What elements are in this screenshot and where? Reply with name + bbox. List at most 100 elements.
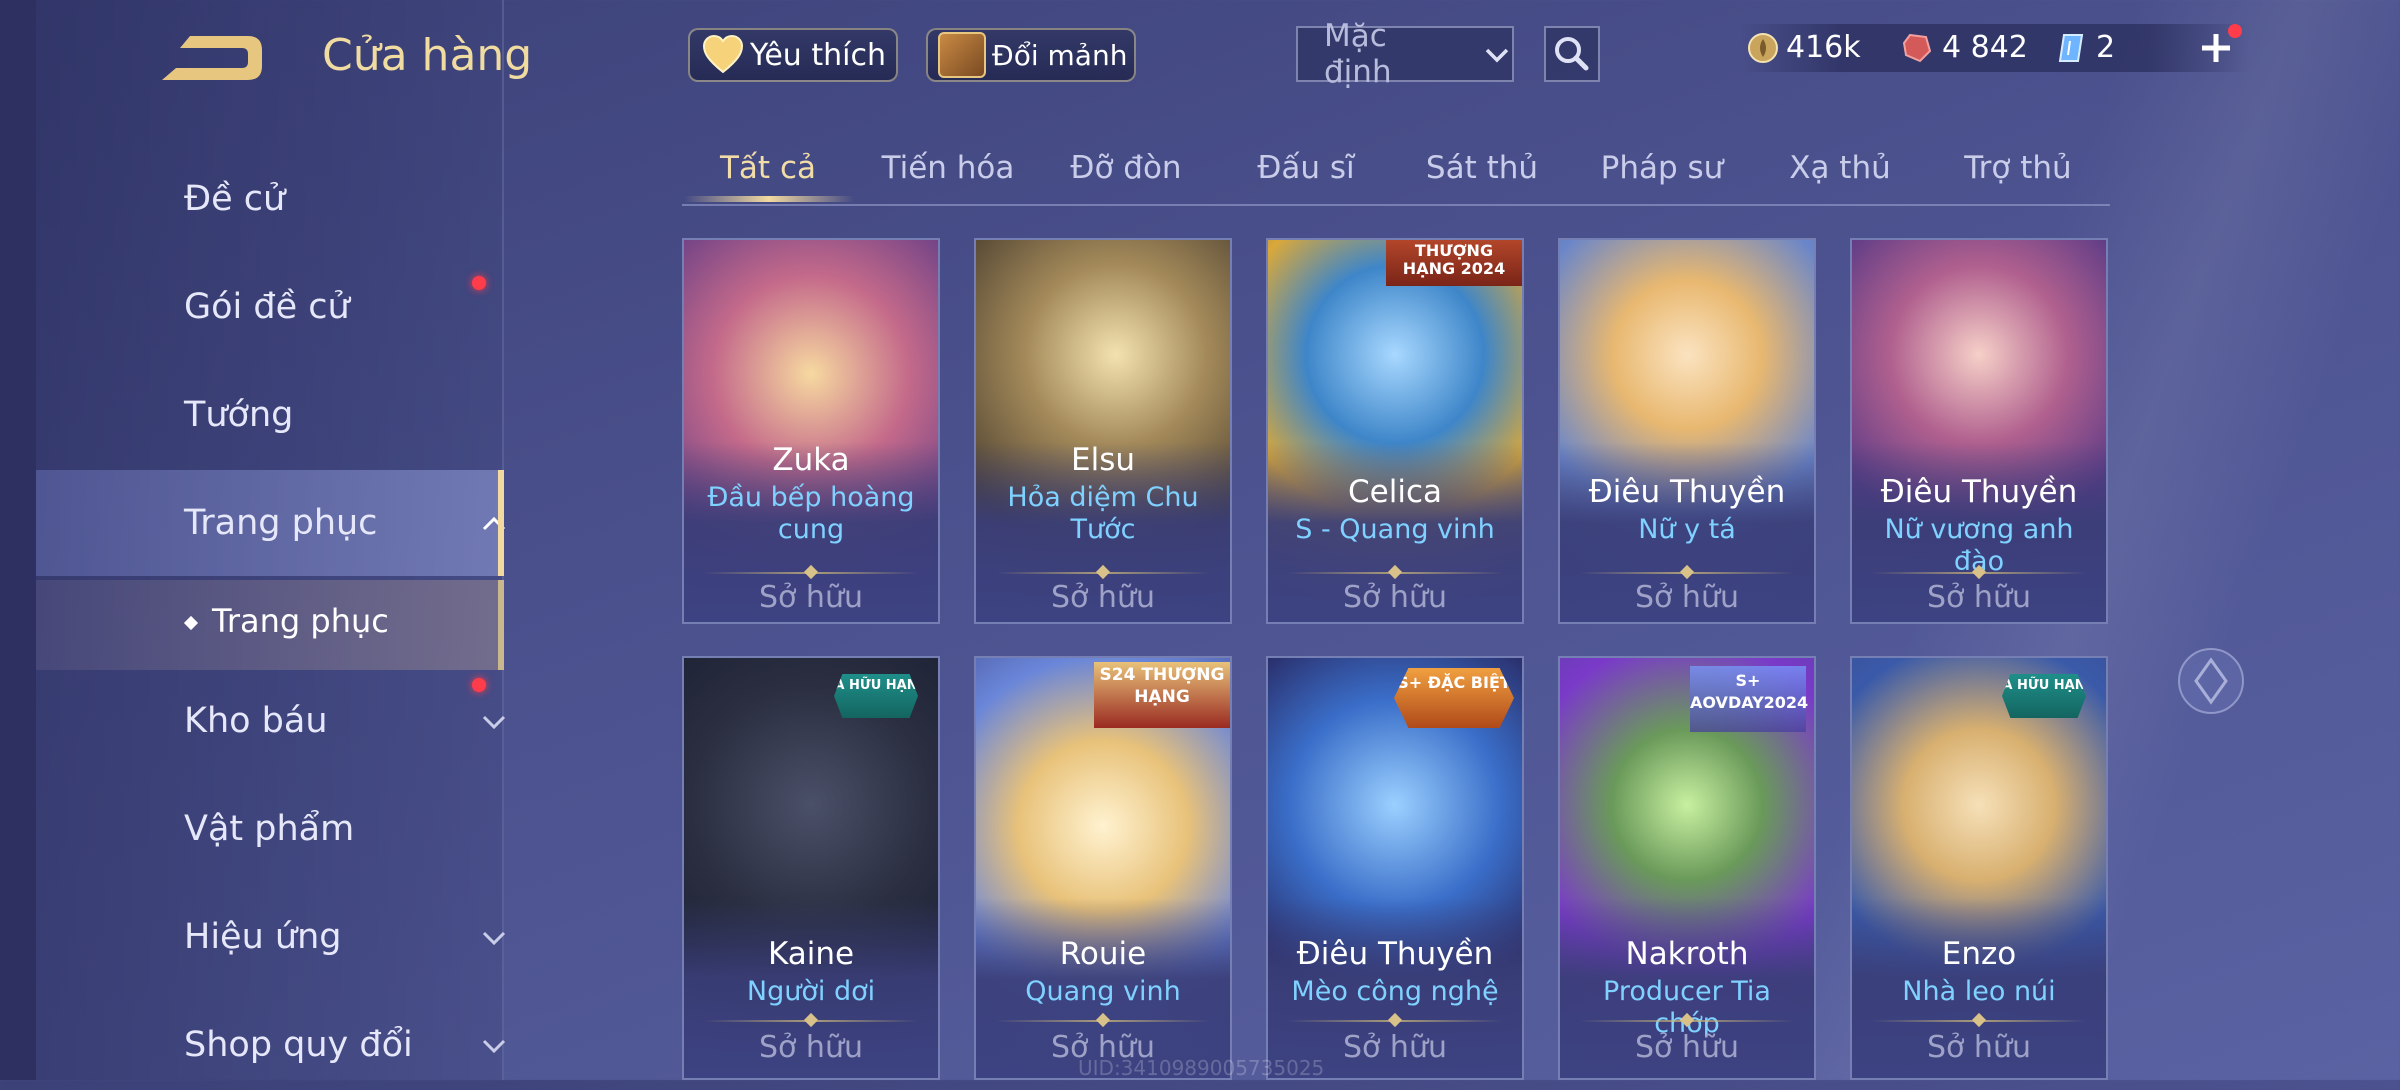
diamond-icon [2178,648,2244,714]
sidebar-item-skins[interactable]: Trang phục [36,470,506,576]
sidebar-item-label: Shop quy đổi [184,1025,413,1065]
owned-status: Sở hữu [1343,580,1447,615]
tier-badge: S24 THƯỢNG HẠNG [1094,662,1230,728]
owned-status: Sở hữu [1927,1030,2031,1065]
sidebar-item-effects[interactable]: Hiệu ứng [36,892,506,982]
skin-name: Nữ y tá [1638,514,1736,545]
sidebar-item-label: Kho báu [184,701,328,741]
sidebar-item-label: Đề cử [184,179,286,219]
exchange-label: Đổi mảnh [992,38,1128,72]
chevron-down-icon [482,931,506,946]
floating-assistant-button[interactable] [2176,646,2246,716]
chevron-up-icon [482,516,506,531]
back-button[interactable] [150,28,270,88]
skin-card[interactable]: Zuka Đầu bếp hoàng cung Sở hữu [682,238,940,624]
owned-status: Sở hữu [1635,1030,1739,1065]
tab-support[interactable]: Trợ thủ [1928,150,2108,186]
hero-name: Celica [1348,474,1442,510]
search-button[interactable] [1544,26,1600,82]
back-arrow-icon [162,36,262,80]
voucher-currency: 2 [2054,30,2115,65]
sort-dropdown[interactable]: Mặc định [1296,18,1514,90]
gold-currency: 416k [1746,30,1861,65]
voucher-amount: 2 [2096,30,2116,65]
skin-name: Người dơi [746,976,876,1007]
skin-card[interactable]: A HỮU HẠN Enzo Nhà leo núi Sở hữu [1850,656,2108,1080]
hero-name: Nakroth [1625,936,1749,972]
sidebar-subitem-skins[interactable]: Trang phục [36,580,504,670]
search-icon [1555,37,1589,71]
tab-fighter[interactable]: Đấu sĩ [1216,150,1396,186]
skin-name: S - Quang vinh [1295,514,1495,545]
sidebar-item-label: Vật phẩm [184,809,355,849]
shard-icon [938,32,986,78]
tab-mage[interactable]: Pháp sư [1572,150,1752,186]
tier-badge: S+ AOVDAY2024 [1690,666,1808,732]
skin-card[interactable]: A HỮU HẠN Kaine Người dơi Sở hữu [682,656,940,1080]
sidebar-item-heroes[interactable]: Tướng [36,370,502,460]
chevron-down-icon [1485,48,1509,63]
skin-name: Đầu bếp hoàng cung [707,482,915,545]
tier-badge: A HỮU HẠN [834,674,918,718]
skin-card[interactable]: Elsu Hỏa diệm Chu Tước Sở hữu [974,238,1232,624]
notification-dot [472,678,486,692]
hero-name: Zuka [772,442,850,478]
owned-status: Sở hữu [1927,580,2031,615]
owned-status: Sở hữu [1051,580,1155,615]
tier-badge: A HỮU HẠN [2002,674,2086,718]
hero-name: Điêu Thuyền [1588,474,1786,510]
tab-marksman[interactable]: Xạ thủ [1750,150,1930,186]
gold-amount: 416k [1786,30,1861,65]
favorites-button[interactable]: Yêu thích [688,28,898,82]
skin-name: Hỏa diệm Chu Tước [1007,482,1199,545]
skin-name: Mèo công nghệ [1291,976,1499,1007]
ruby-amount: 4 842 [1942,30,2028,65]
active-tab-indicator [684,196,854,202]
sidebar-item-recommended-packs[interactable]: Gói đề cử [36,262,502,352]
skin-name: Quang vinh [1025,976,1181,1007]
sort-value: Mặc định [1324,18,1392,90]
sidebar-item-treasure[interactable]: Kho báu [36,676,506,766]
owned-status: Sở hữu [1635,580,1739,615]
tab-evolution[interactable]: Tiến hóa [858,150,1038,186]
tab-assassin[interactable]: Sát thủ [1392,150,1572,186]
hero-name: Điêu Thuyền [1880,474,2078,510]
sidebar-item-recommended[interactable]: Đề cử [36,154,502,244]
hero-name: Rouie [1059,936,1147,972]
skin-name: Nhà leo núi [1902,976,2056,1007]
user-id-watermark: UID:3410989005735025 [1078,1056,1325,1080]
gold-coin-icon [1748,32,1778,63]
skin-card[interactable]: Điêu Thuyền Nữ y tá Sở hữu [1558,238,1816,624]
hero-name: Điêu Thuyền [1296,936,1494,972]
screen-edge [0,0,36,1080]
exchange-shards-button[interactable]: Đổi mảnh [926,28,1136,82]
hero-name: Elsu [1071,442,1135,478]
voucher-icon [2058,33,2084,62]
notification-dot [2228,24,2242,38]
owned-status: Sở hữu [759,580,863,615]
favorites-label: Yêu thích [750,37,886,73]
sidebar-item-label: Gói đề cử [184,287,350,327]
skin-card[interactable]: S+ ĐẶC BIỆT Điêu Thuyền Mèo công nghệ Sở… [1266,656,1524,1080]
skin-card[interactable]: S24 THƯỢNG HẠNG Rouie Quang vinh Sở hữu [974,656,1232,1080]
chevron-down-icon [482,715,506,730]
notification-dot [472,276,486,290]
skin-card[interactable]: S+ AOVDAY2024 Nakroth Producer Tia chớp … [1558,656,1816,1080]
tier-badge: S+ ĐẶC BIỆT [1394,668,1514,728]
sidebar-item-items[interactable]: Vật phẩm [36,784,502,874]
ruby-currency: 4 842 [1900,30,2028,65]
ruby-icon [1902,33,1932,62]
chevron-down-icon [482,1039,506,1054]
bullet-icon [183,615,199,631]
tab-all[interactable]: Tất cả [678,150,858,186]
sidebar-item-label: Tướng [184,395,294,435]
sidebar-item-exchange-shop[interactable]: Shop quy đổi [36,1000,506,1090]
tier-badge: THƯỢNG HẠNG 2024 [1386,240,1522,286]
sidebar-subitem-label: Trang phục [212,602,389,640]
tab-tank[interactable]: Đỡ đòn [1036,150,1216,186]
hero-name: Enzo [1941,936,2017,972]
skin-card[interactable]: Điêu Thuyền Nữ vương anh đào Sở hữu [1850,238,2108,624]
heart-icon [702,34,744,74]
skin-card[interactable]: THƯỢNG HẠNG 2024 Celica S - Quang vinh S… [1266,238,1524,624]
sidebar-item-label: Trang phục [184,503,378,543]
